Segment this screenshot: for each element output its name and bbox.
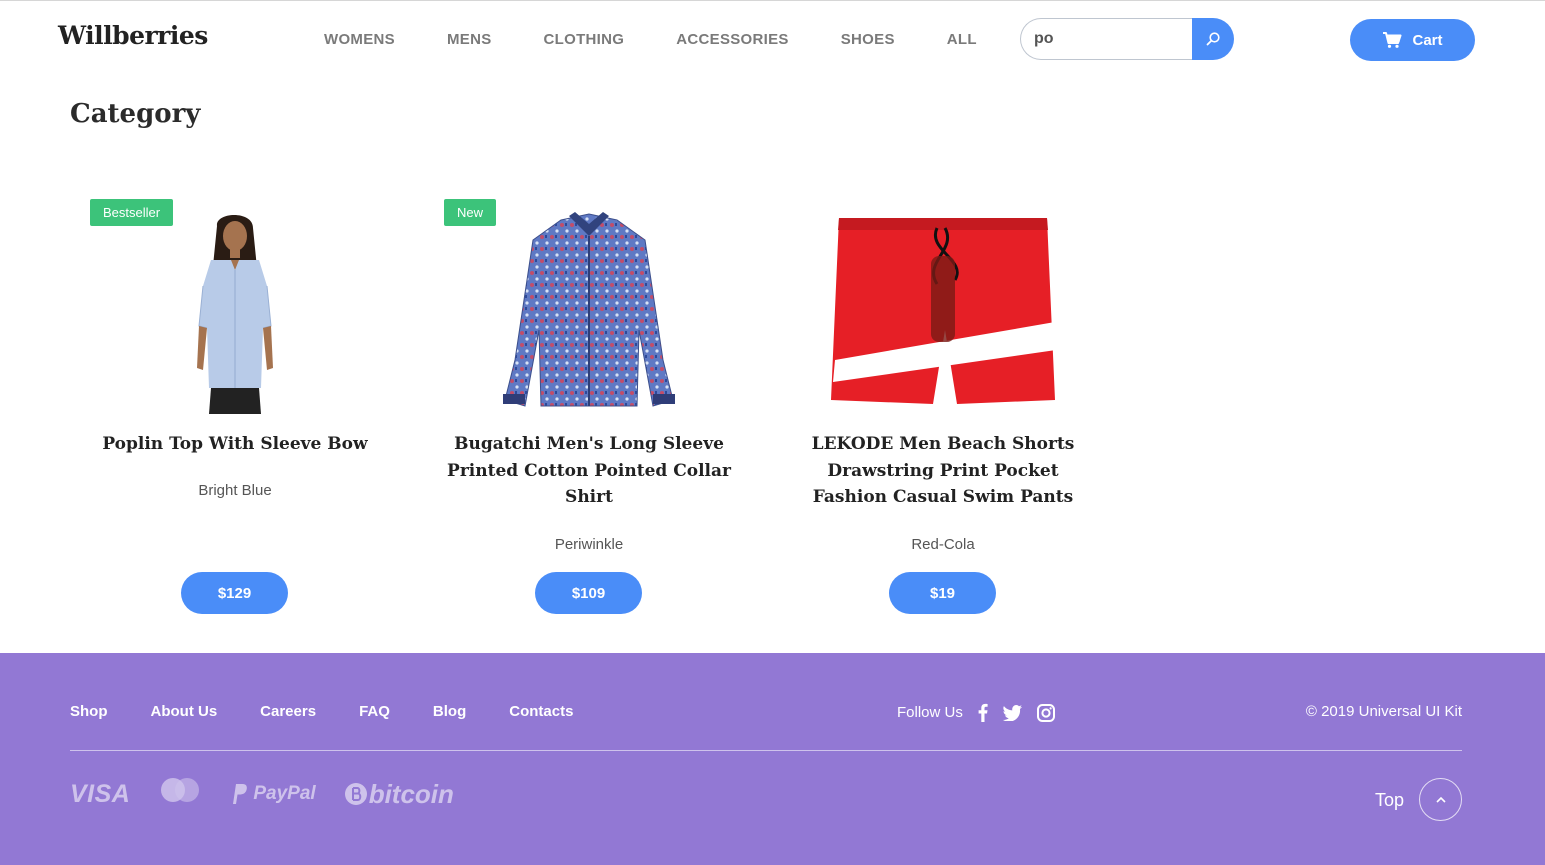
cart-label: Cart	[1412, 31, 1443, 49]
product-name[interactable]: Bugatchi Men's Long Sleeve Printed Cotto…	[439, 431, 739, 511]
cart-button[interactable]: Cart	[1350, 19, 1475, 61]
product-name[interactable]: Poplin Top With Sleeve Bow	[85, 431, 385, 458]
site-footer: Shop About Us Careers FAQ Blog Contacts …	[0, 653, 1545, 865]
site-header: Willberries WOMENS MENS CLOTHING ACCESSO…	[0, 1, 1545, 79]
nav-item-shoes[interactable]: SHOES	[841, 31, 895, 48]
scroll-top-button[interactable]	[1419, 778, 1462, 821]
product-color: Red-Cola	[911, 536, 975, 553]
bitcoin-logo: bitcoin	[344, 779, 454, 810]
price-button[interactable]: $19	[889, 572, 996, 614]
footer-link-faq[interactable]: FAQ	[359, 703, 390, 720]
visa-logo: VISA	[70, 779, 131, 808]
top-label[interactable]: Top	[1375, 790, 1404, 811]
price-button[interactable]: $129	[181, 572, 288, 614]
page-title: Category	[70, 99, 201, 129]
price-button[interactable]: $109	[535, 572, 642, 614]
product-card[interactable]: Bestseller Poplin Top With Sleeve Bow Br…	[85, 199, 385, 619]
paypal-logo: PayPal	[230, 783, 316, 805]
nav-item-mens[interactable]: MENS	[447, 31, 492, 48]
nav-item-womens[interactable]: WOMENS	[324, 31, 395, 48]
social-links: Follow Us	[897, 703, 1055, 722]
product-image-shorts[interactable]	[827, 207, 1059, 417]
follow-label: Follow Us	[897, 704, 963, 721]
bitcoin-icon	[344, 783, 367, 805]
chevron-up-icon	[1435, 796, 1446, 803]
product-color: Periwinkle	[554, 536, 624, 553]
product-card[interactable]: LEKODE Men Beach Shorts Drawstring Print…	[793, 199, 1093, 619]
footer-link-contacts[interactable]: Contacts	[509, 703, 573, 720]
twitter-icon[interactable]	[1002, 704, 1022, 721]
search-button[interactable]	[1192, 18, 1234, 60]
copyright-text: © 2019 Universal UI Kit	[1305, 703, 1462, 720]
search-box	[1020, 18, 1234, 60]
footer-link-careers[interactable]: Careers	[260, 703, 316, 720]
product-image-shirt[interactable]	[489, 207, 689, 417]
facebook-icon[interactable]	[978, 703, 988, 722]
footer-link-about-us[interactable]: About Us	[151, 703, 218, 720]
paypal-label: PayPal	[253, 783, 316, 804]
footer-nav: Shop About Us Careers FAQ Blog Contacts	[70, 703, 616, 720]
instagram-icon[interactable]	[1036, 703, 1055, 722]
mastercard-logo	[158, 777, 202, 811]
search-input[interactable]	[1020, 18, 1200, 60]
product-image-blouse[interactable]	[135, 207, 335, 417]
cart-icon	[1383, 32, 1402, 48]
footer-link-shop[interactable]: Shop	[70, 703, 108, 720]
product-card[interactable]: New Bugatchi Men's Long Sleeve Printed C…	[439, 199, 739, 619]
product-name[interactable]: LEKODE Men Beach Shorts Drawstring Print…	[793, 431, 1093, 511]
nav-item-accessories[interactable]: ACCESSORIES	[676, 31, 789, 48]
nav-item-all[interactable]: ALL	[947, 31, 977, 48]
site-logo[interactable]: Willberries	[58, 21, 208, 50]
nav-item-clothing[interactable]: CLOTHING	[544, 31, 625, 48]
paypal-icon	[233, 784, 248, 804]
bitcoin-label: bitcoin	[368, 778, 454, 809]
footer-link-blog[interactable]: Blog	[433, 703, 466, 720]
search-icon	[1206, 32, 1220, 46]
product-color: Bright Blue	[198, 482, 272, 499]
footer-divider	[70, 750, 1462, 751]
main-nav: WOMENS MENS CLOTHING ACCESSORIES SHOES A…	[324, 31, 977, 48]
payment-methods: VISA PayPal bitcoin	[70, 777, 454, 811]
